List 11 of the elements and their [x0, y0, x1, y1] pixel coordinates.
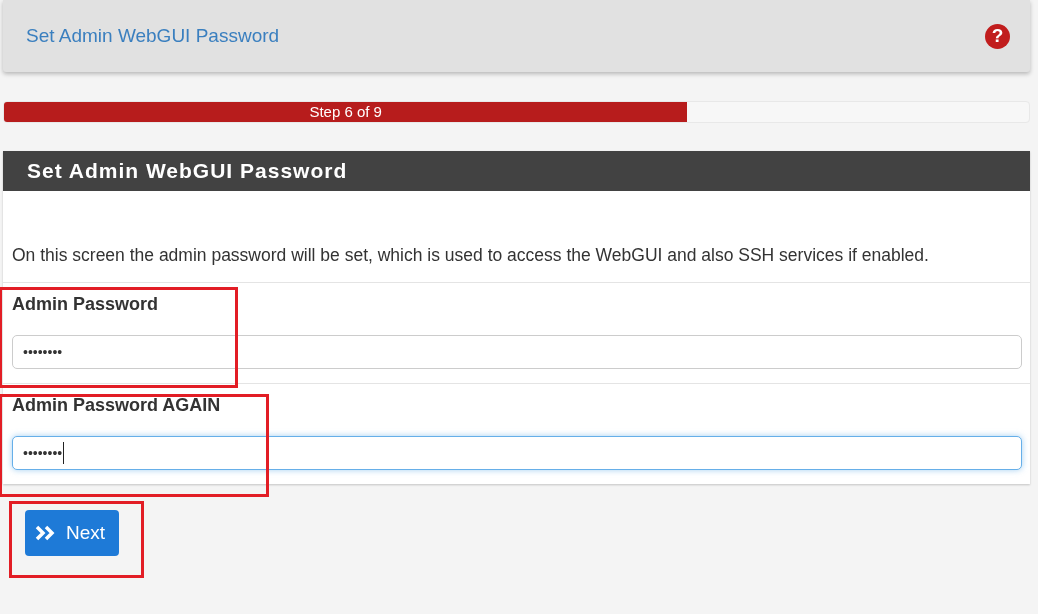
page-title: Set Admin WebGUI Password — [26, 25, 280, 47]
next-button[interactable]: Next — [25, 510, 120, 556]
help-icon[interactable]: ? — [985, 23, 1010, 49]
password-field[interactable]: •••••••• — [12, 335, 1022, 369]
panel-description: On this screen the admin password will be set, which is used to access the WebGUI and also SSH services if enabled. — [3, 191, 1030, 283]
panel-title: Set Admin WebGUI Password — [3, 151, 1030, 191]
field-label: Admin Password — [12, 294, 160, 315]
progress-label: Step 6 of 9 — [308, 103, 383, 120]
field-label: Admin Password AGAIN — [12, 395, 222, 416]
password-field[interactable]: •••••••• — [12, 436, 1022, 470]
double-chevron-icon — [35, 525, 57, 541]
